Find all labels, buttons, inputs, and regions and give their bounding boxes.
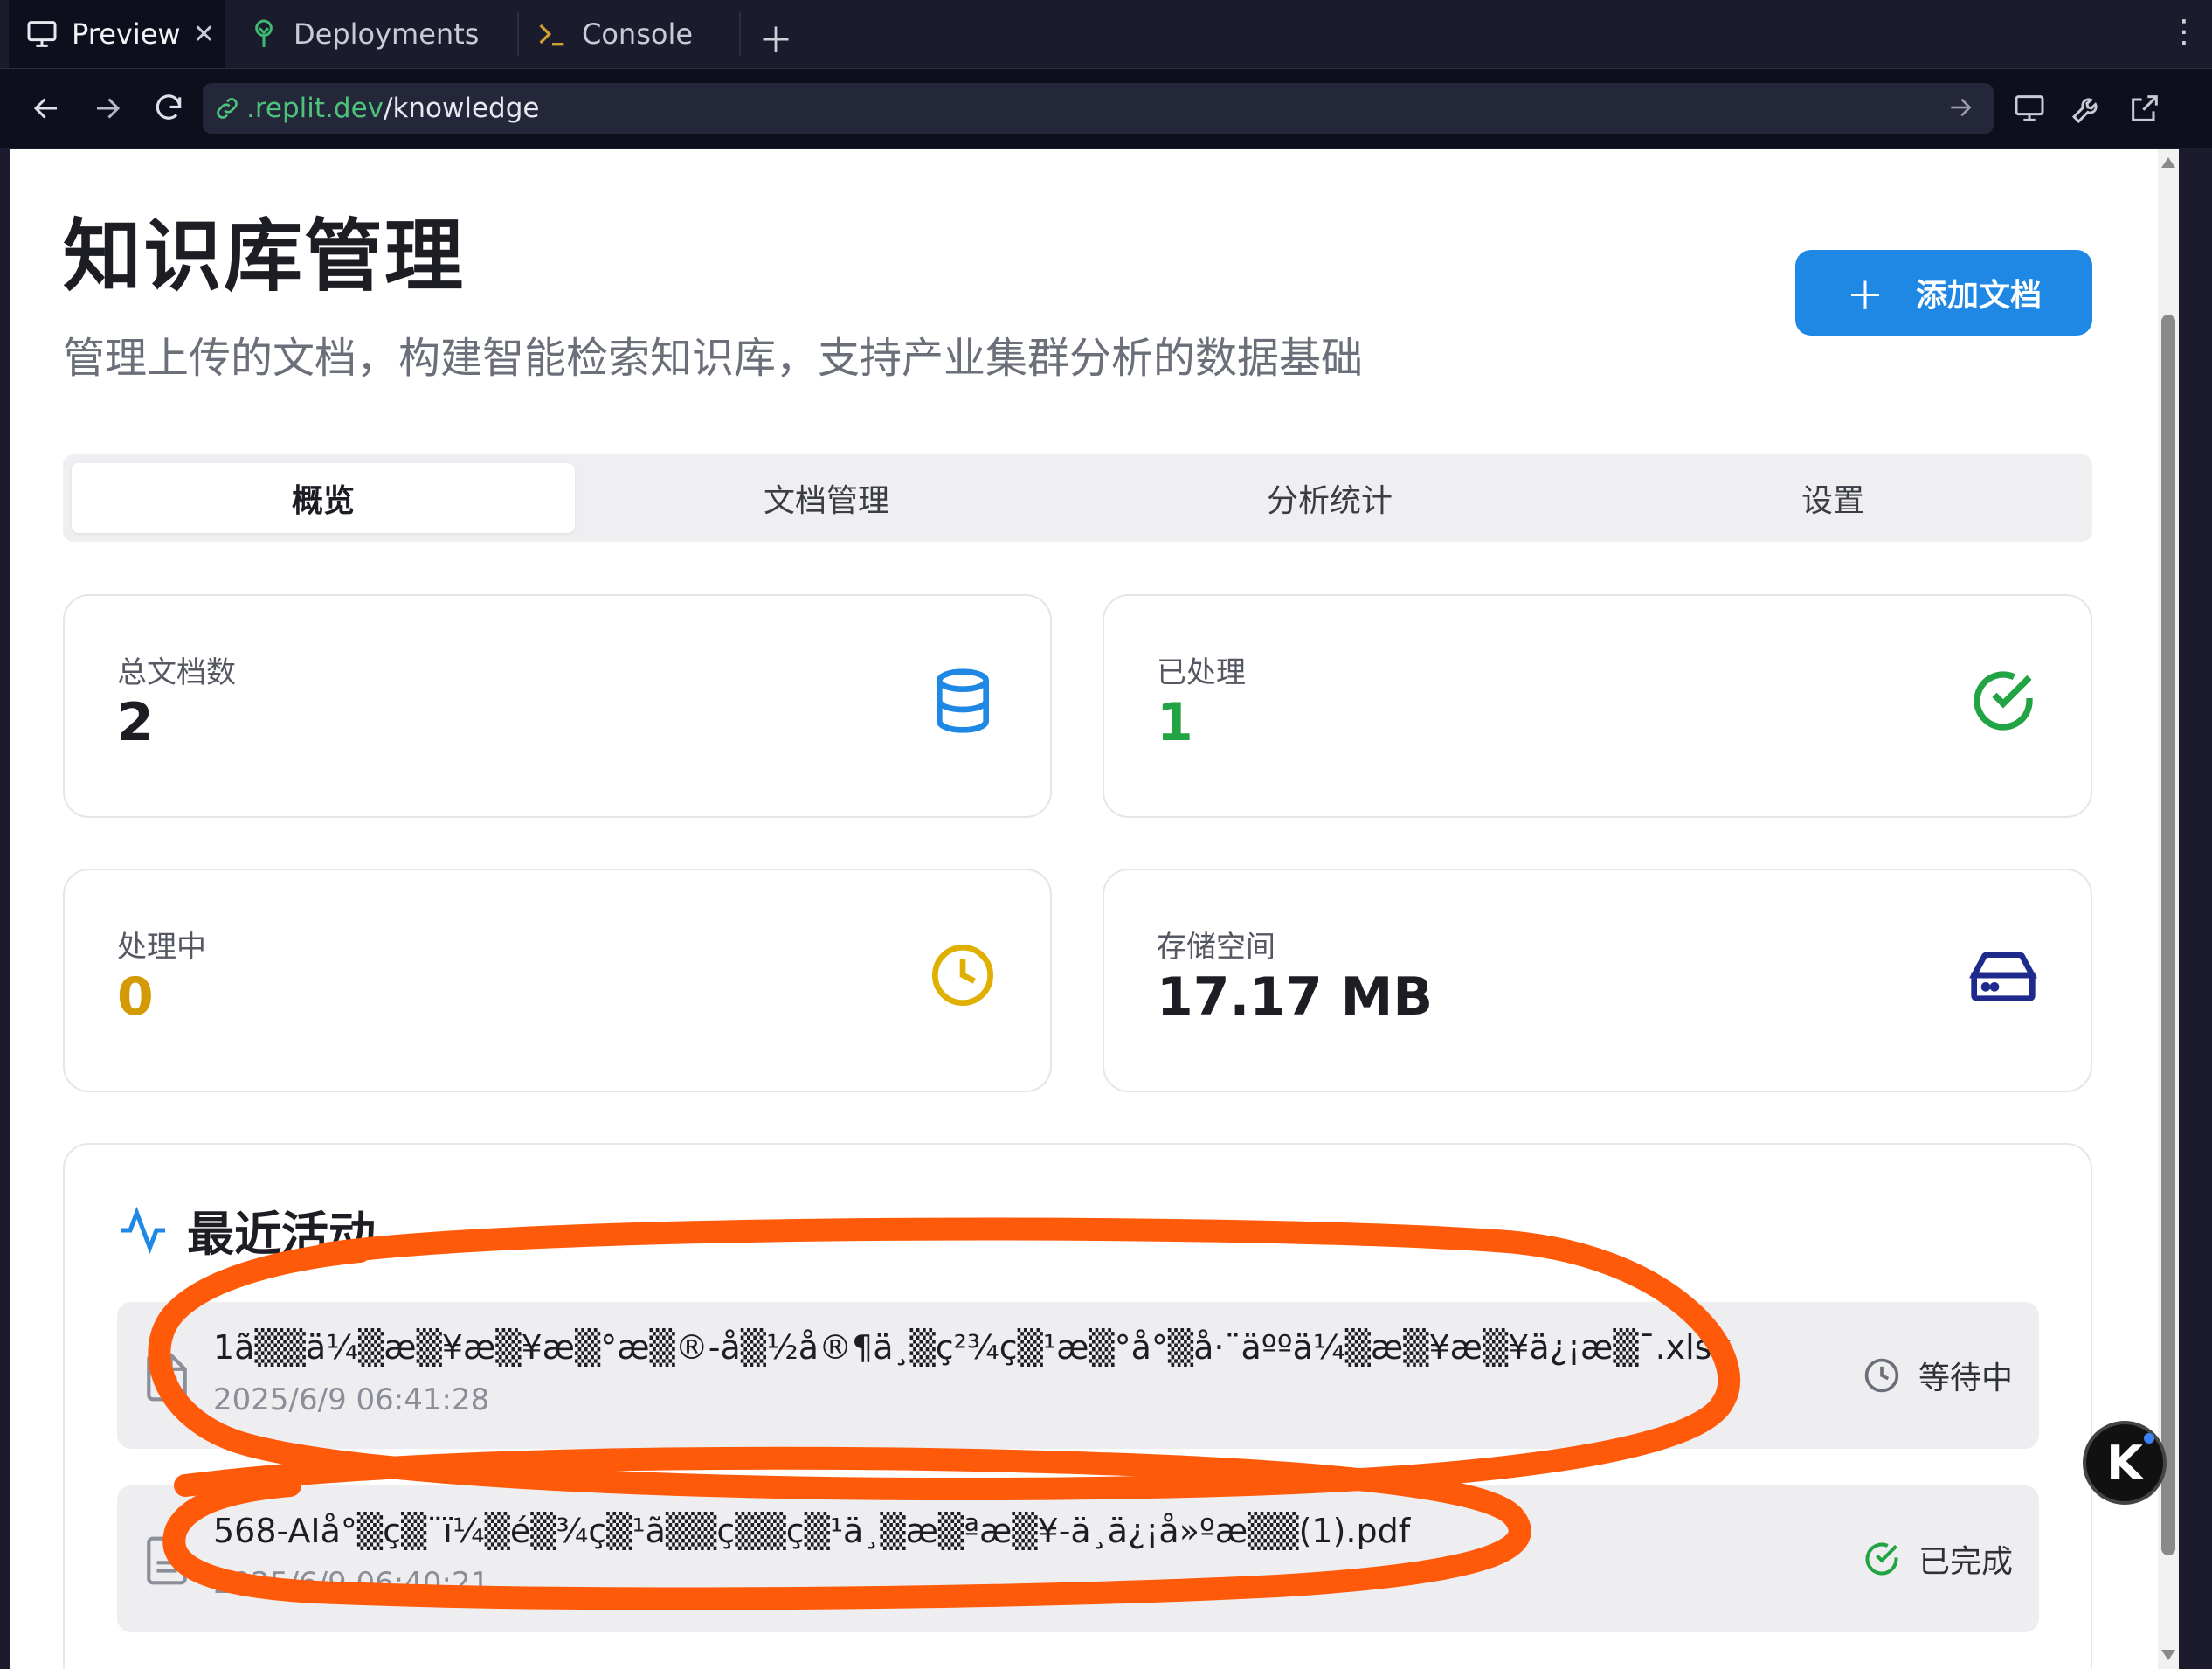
tab-label: Deployments xyxy=(294,17,480,51)
status-label: 已完成 xyxy=(1918,1544,2013,1580)
section-tabs: 概览 文档管理 分析统计 设置 xyxy=(63,454,2092,542)
tab-preview[interactable]: Preview ✕ xyxy=(9,0,225,68)
floating-assistant-avatar[interactable]: K xyxy=(2083,1421,2167,1505)
terminal-icon xyxy=(535,17,570,52)
activity-file-name: 568-AIå°▒ç▒¨ï¼▒é▒¾ç▒¹ã▒▒ç▒▒ç▒¹ä¸▒æ▒ªæ▒¥-… xyxy=(213,1512,1411,1550)
page-scrollbar[interactable] xyxy=(2158,149,2179,1669)
stat-card-processed: 已处理 1 xyxy=(1103,594,2092,818)
go-arrow-icon[interactable] xyxy=(1946,93,1974,128)
activity-item[interactable]: 568-AIå°▒ç▒¨ï¼▒é▒¾ç▒¹ã▒▒ç▒▒ç▒¹ä¸▒æ▒ªæ▒¥-… xyxy=(117,1485,2039,1632)
recent-activity-panel: 最近活动 1ã▒▒ä¼▒æ▒¥æ▒¥æ▒°æ▒®-å▒½å®¶ä¸▒ç²¾ç▒¹… xyxy=(63,1143,2092,1669)
activity-item[interactable]: 1ã▒▒ä¼▒æ▒¥æ▒¥æ▒°æ▒®-å▒½å®¶ä¸▒ç²¾ç▒¹æ▒°å°… xyxy=(117,1302,2039,1449)
status-badge: 已完成 xyxy=(1863,1536,2013,1582)
tab-analytics[interactable]: 分析统计 xyxy=(1078,463,1581,533)
stat-label: 总文档数 xyxy=(117,655,236,690)
database-icon xyxy=(928,666,998,736)
back-button[interactable] xyxy=(24,87,68,130)
reload-button[interactable] xyxy=(147,87,190,130)
tab-document-management[interactable]: 文档管理 xyxy=(575,463,1078,533)
address-bar: .replit.dev/knowledge xyxy=(0,69,2212,148)
check-circle-icon xyxy=(1863,1540,1901,1578)
scroll-down-arrow[interactable] xyxy=(2161,1650,2175,1660)
status-label: 等待中 xyxy=(1918,1361,2013,1396)
stat-label: 已处理 xyxy=(1157,655,1246,690)
tab-label: Preview xyxy=(72,17,181,51)
online-indicator xyxy=(2144,1433,2154,1444)
activity-pulse-icon xyxy=(117,1204,169,1257)
browser-tabbar: Preview ✕ Deployments Console ＋ ⋮ xyxy=(0,0,2212,69)
deploy-tree-icon xyxy=(246,17,281,52)
forward-button[interactable] xyxy=(86,87,129,130)
scroll-up-arrow[interactable] xyxy=(2161,157,2175,168)
page-viewport: 知识库管理 管理上传的文档，构建智能检索知识库，支持产业集群分析的数据基础 ＋ … xyxy=(10,149,2179,1669)
check-circle-icon xyxy=(1968,666,2038,736)
add-document-label: 添加文档 xyxy=(1915,278,2042,314)
new-tab-button[interactable]: ＋ xyxy=(758,12,793,63)
clock-icon xyxy=(928,940,998,1010)
stat-card-processing: 处理中 0 xyxy=(63,869,1052,1092)
activity-file-name: 1ã▒▒ä¼▒æ▒¥æ▒¥æ▒°æ▒®-å▒½å®¶ä¸▒ç²¾ç▒¹æ▒°å°… xyxy=(213,1328,1732,1367)
activity-timestamp: 2025/6/9 06:40:21 xyxy=(213,1566,490,1601)
stat-value: 2 xyxy=(117,692,154,753)
monitor-icon xyxy=(24,17,59,52)
url-path: /knowledge xyxy=(384,93,540,124)
devtools-wrench-icon[interactable] xyxy=(2065,87,2109,130)
status-badge: 等待中 xyxy=(1863,1353,2013,1398)
tab-deployments[interactable]: Deployments xyxy=(236,0,507,68)
stat-card-total-documents: 总文档数 2 xyxy=(63,594,1052,818)
tab-label: Console xyxy=(582,17,694,51)
tab-overview[interactable]: 概览 xyxy=(72,463,575,533)
hard-drive-icon xyxy=(1968,940,2038,1010)
clock-icon xyxy=(1863,1356,1901,1395)
tab-divider xyxy=(517,12,519,56)
page-subtitle: 管理上传的文档，构建智能检索知识库，支持产业集群分析的数据基础 xyxy=(63,334,1364,383)
tab-console[interactable]: Console xyxy=(528,0,737,68)
url-host: .replit.dev xyxy=(246,93,384,124)
activity-timestamp: 2025/6/9 06:41:28 xyxy=(213,1382,490,1417)
scrollbar-thumb[interactable] xyxy=(2161,315,2175,1555)
url-field[interactable]: .replit.dev/knowledge xyxy=(203,83,1994,134)
file-icon xyxy=(147,1536,187,1585)
stat-label: 存储空间 xyxy=(1157,930,1275,965)
more-options-icon[interactable]: ⋮ xyxy=(2168,14,2200,50)
device-preview-icon[interactable] xyxy=(2008,87,2051,130)
stat-value: 0 xyxy=(117,966,154,1028)
activity-title-text: 最近活动 xyxy=(187,1207,376,1262)
page-title: 知识库管理 xyxy=(63,211,465,302)
stat-value: 17.17 MB xyxy=(1157,966,1434,1028)
stat-value: 1 xyxy=(1157,692,1193,753)
file-icon xyxy=(147,1353,187,1402)
tab-divider xyxy=(739,12,741,56)
open-external-icon[interactable] xyxy=(2123,87,2167,130)
add-document-button[interactable]: ＋ 添加文档 xyxy=(1795,250,2092,336)
stat-label: 处理中 xyxy=(117,930,206,965)
close-icon[interactable]: ✕ xyxy=(193,19,215,50)
link-icon xyxy=(213,94,241,122)
activity-title: 最近活动 xyxy=(117,1195,376,1264)
tab-settings[interactable]: 设置 xyxy=(1581,463,2084,533)
plus-icon: ＋ xyxy=(1845,274,1884,319)
stat-card-storage: 存储空间 17.17 MB xyxy=(1103,869,2092,1092)
